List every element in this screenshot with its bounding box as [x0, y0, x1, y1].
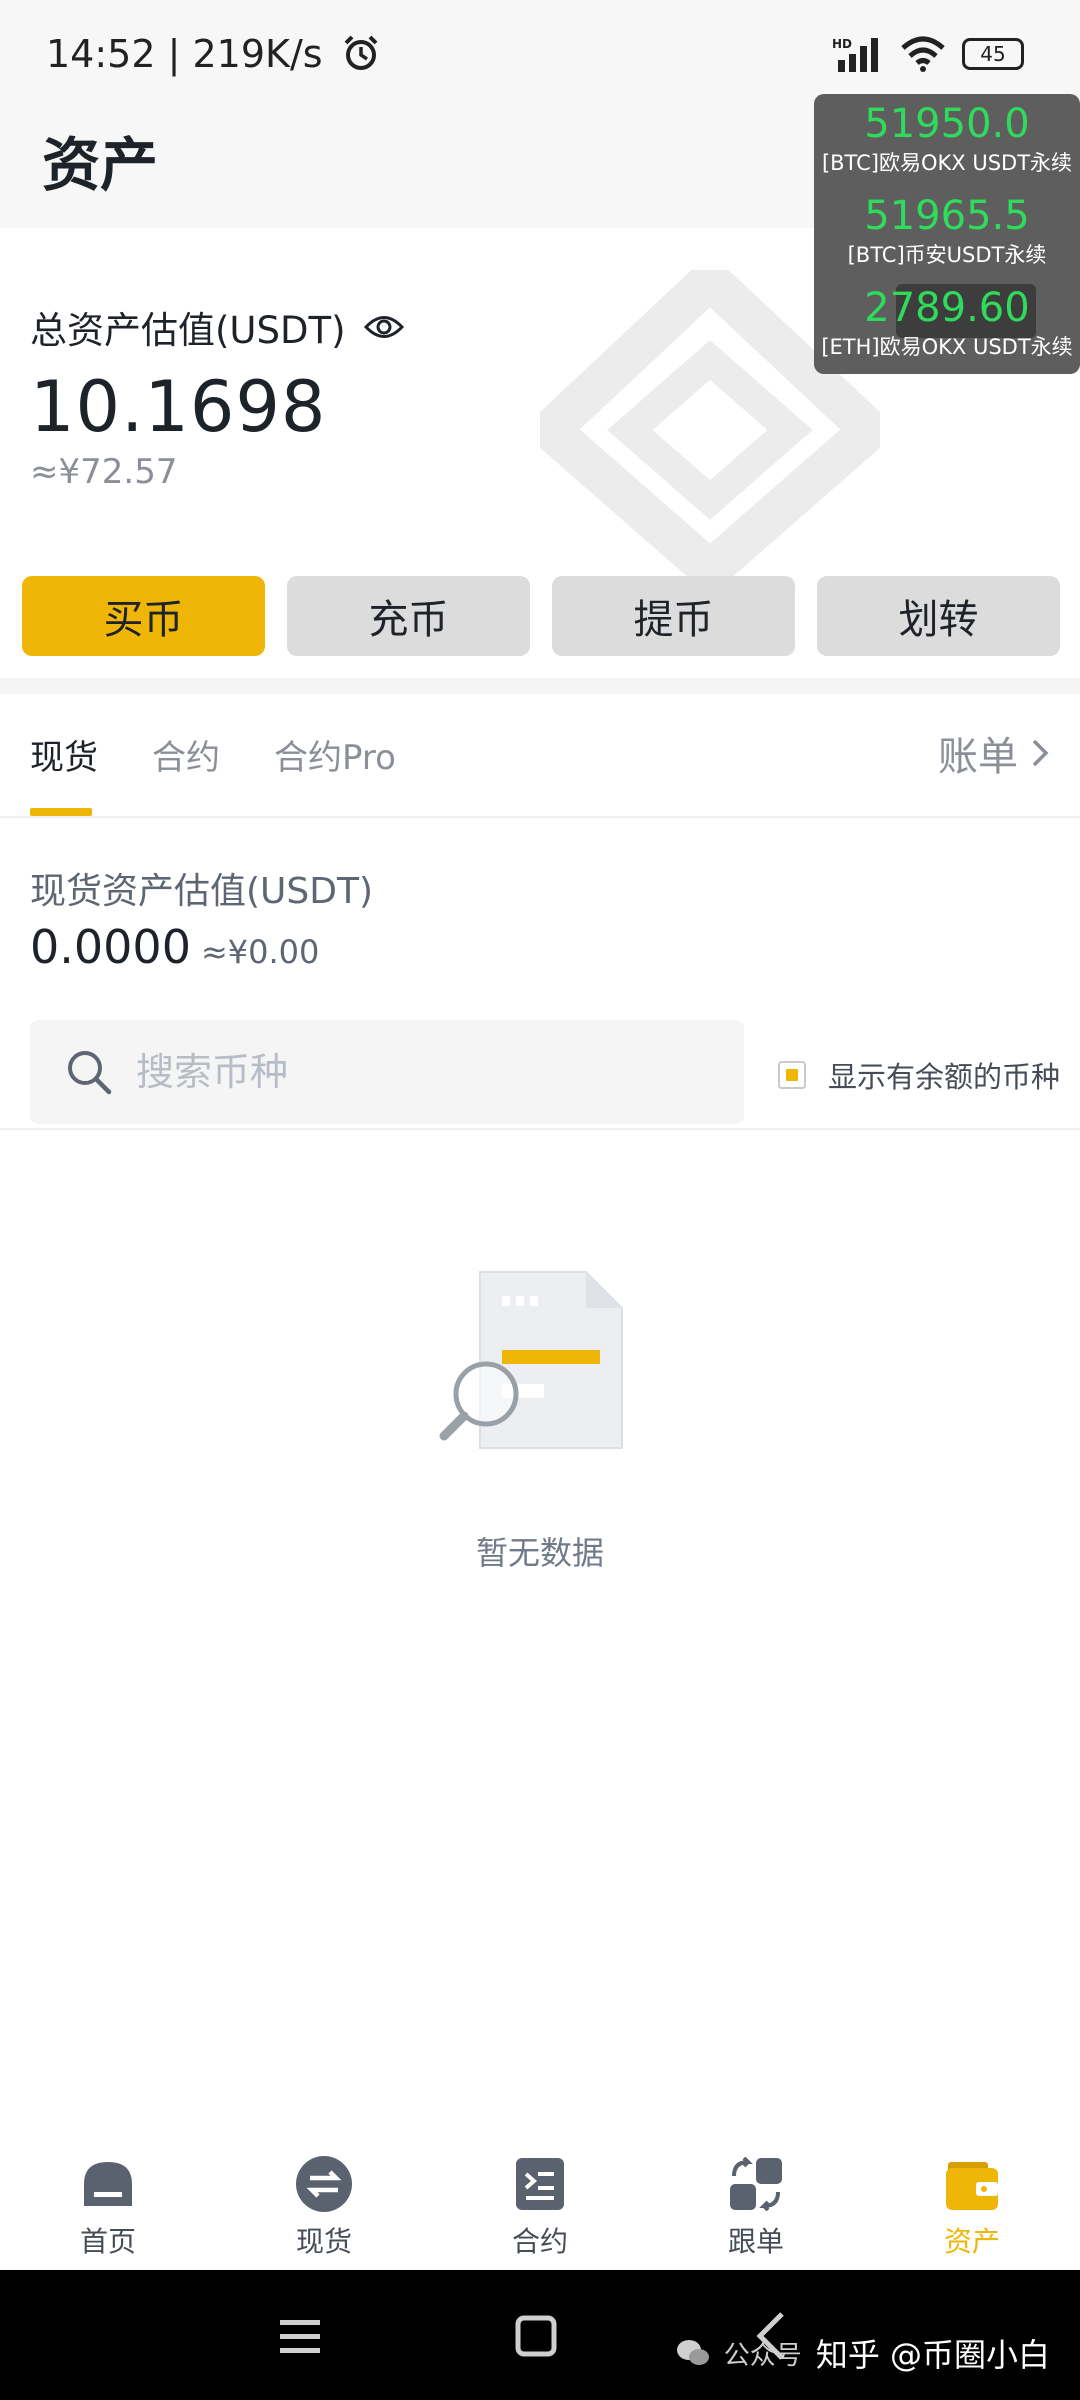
- source-credit: 公众号 知乎 @币圈小白: [676, 2330, 1050, 2376]
- total-assets-cny: ≈¥72.57: [30, 452, 178, 492]
- home-square-icon[interactable]: [506, 2306, 566, 2366]
- nav-futures-label: 合约: [511, 2225, 568, 2258]
- tab-futures[interactable]: 合约: [152, 730, 220, 779]
- empty-state-text: 暂无数据: [475, 1534, 604, 1572]
- spot-assets-label: 现货资产估值(USDT): [30, 871, 374, 912]
- ticker-price: 51965.5: [864, 193, 1030, 239]
- buy-button[interactable]: 买币: [22, 576, 265, 656]
- asset-actions: 买币 充币 提币 划转: [22, 576, 1060, 656]
- spot-assets-value-row: 0.0000 ≈¥0.00: [30, 920, 319, 974]
- nonzero-balance-filter[interactable]: 显示有余额的币种: [778, 1054, 1060, 1096]
- copy-trading-icon: [730, 2156, 782, 2212]
- ticker-price: 2789.60: [864, 285, 1030, 331]
- wechat-icon: [676, 2340, 709, 2365]
- exchange-icon: [296, 2156, 352, 2212]
- battery-level: 45: [980, 42, 1006, 66]
- bill-link[interactable]: 账单: [938, 724, 1050, 782]
- nav-futures[interactable]: 合约: [432, 2142, 648, 2270]
- nav-spot[interactable]: 现货: [216, 2142, 432, 2270]
- checkbox-mark: [786, 1069, 798, 1081]
- list-divider: [0, 1128, 1080, 1130]
- section-divider: [0, 678, 1080, 694]
- status-icons: HD 45: [832, 32, 1024, 76]
- ticker-name: [ETH]欧易OKX USDT永续: [821, 335, 1073, 359]
- nav-assets-label: 资产: [943, 2225, 1000, 2258]
- search-icon: [68, 1051, 112, 1095]
- credit-text: 知乎 @币圈小白: [815, 2336, 1050, 2374]
- spot-assets-cny: ≈¥0.00: [200, 933, 320, 971]
- total-assets-value: 10.1698: [30, 366, 327, 448]
- nav-copy-trading-label: 跟单: [727, 2225, 784, 2258]
- account-tabs: 现货 合约 合约Pro 账单: [0, 694, 1080, 818]
- page-title: 资产: [42, 131, 159, 199]
- bottom-navigation: 首页 现货 合约 跟单 资产: [0, 2142, 1080, 2270]
- wallet-icon: [946, 2162, 998, 2210]
- wifi-icon: [901, 36, 945, 72]
- search-input[interactable]: [136, 1050, 696, 1094]
- ticker-item: 51950.0 [BTC]欧易OKX USDT永续: [814, 100, 1080, 192]
- ticker-name: [BTC]币安USDT永续: [847, 243, 1047, 267]
- tab-spot[interactable]: 现货: [30, 730, 98, 779]
- credit-prefix: 公众号: [723, 2340, 802, 2371]
- battery-indicator: 45: [962, 38, 1024, 70]
- active-tab-indicator: [30, 808, 92, 816]
- nav-assets[interactable]: 资产: [864, 2142, 1080, 2270]
- total-assets-label: 总资产估值(USDT): [30, 300, 404, 354]
- signal-icon: HD: [832, 37, 878, 72]
- deposit-button[interactable]: 充币: [287, 576, 530, 656]
- empty-data-icon: [439, 1271, 623, 1449]
- coin-search-box[interactable]: [30, 1020, 744, 1124]
- chevron-right-icon: [1032, 739, 1049, 767]
- eye-icon[interactable]: [363, 312, 404, 342]
- nav-spot-label: 现货: [295, 2225, 352, 2258]
- status-bar-time: 14:52 | 219K/s: [46, 32, 381, 76]
- futures-icon: [516, 2158, 564, 2210]
- ticker-price: 51950.0: [864, 101, 1030, 147]
- bill-label: 账单: [938, 734, 1018, 780]
- nav-home-label: 首页: [79, 2225, 136, 2258]
- alarm-icon: [344, 35, 378, 70]
- nav-home[interactable]: 首页: [0, 2142, 216, 2270]
- clock-text: 14:52: [46, 32, 156, 76]
- ticker-name: [BTC]欧易OKX USDT永续: [821, 151, 1073, 175]
- menu-icon[interactable]: [270, 2306, 330, 2366]
- home-icon: [84, 2162, 132, 2206]
- tab-futures-pro[interactable]: 合约Pro: [274, 730, 396, 779]
- withdraw-button[interactable]: 提币: [552, 576, 795, 656]
- svg-text:HD: HD: [832, 37, 852, 51]
- nav-copy-trading[interactable]: 跟单: [648, 2142, 864, 2270]
- transfer-button[interactable]: 划转: [817, 576, 1060, 656]
- filter-label: 显示有余额的币种: [828, 1060, 1061, 1094]
- ticker-item: 51965.5 [BTC]币安USDT永续: [814, 192, 1080, 284]
- spot-assets-value: 0.0000: [30, 920, 191, 974]
- price-ticker-overlay[interactable]: 51950.0 [BTC]欧易OKX USDT永续 51965.5 [BTC]币…: [814, 94, 1080, 374]
- network-speed: 219K/s: [192, 32, 323, 76]
- ticker-item: 2789.60 [ETH]欧易OKX USDT永续: [814, 284, 1080, 376]
- filter-checkbox[interactable]: [778, 1061, 806, 1089]
